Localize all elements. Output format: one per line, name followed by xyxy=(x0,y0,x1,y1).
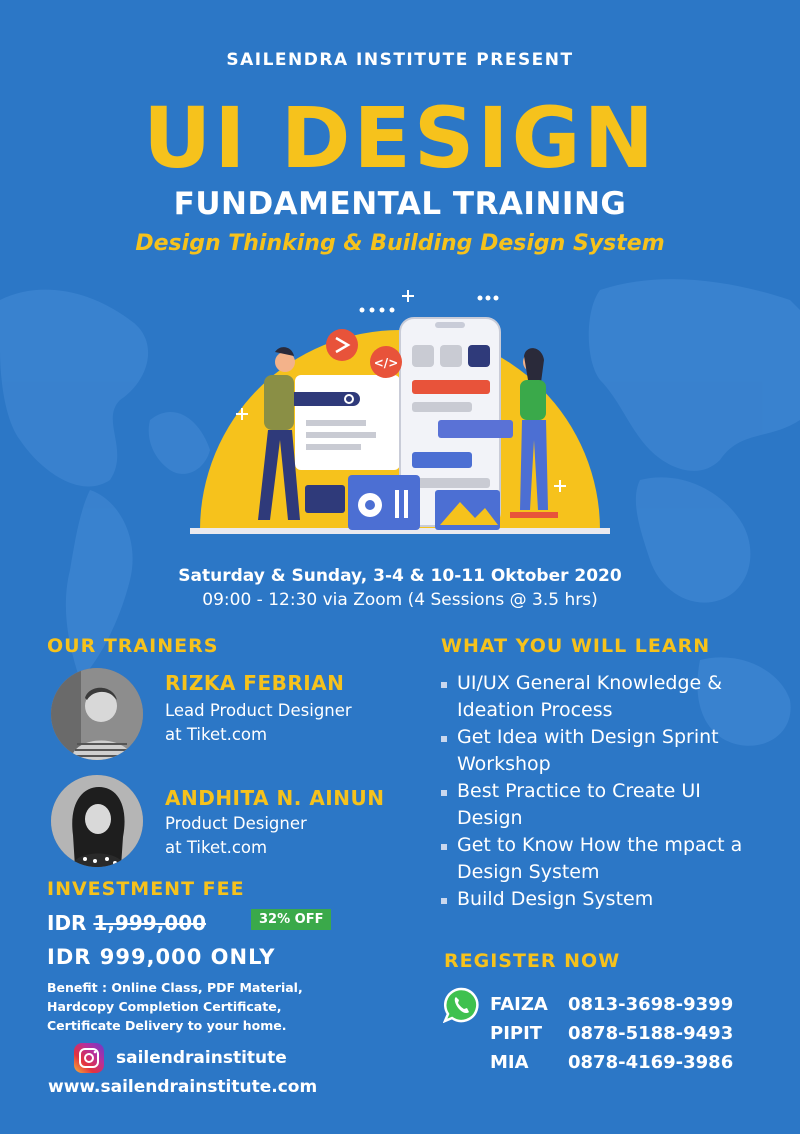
design-illustration: </> xyxy=(190,290,610,534)
trainer-photo-2 xyxy=(51,775,143,867)
whatsapp-icon[interactable] xyxy=(442,987,479,1024)
fee-heading: INVESTMENT FEE xyxy=(47,878,245,900)
page-subtitle: FUNDAMENTAL TRAINING xyxy=(173,186,627,222)
contact-row[interactable]: PIPIT 0878-5188-9493 xyxy=(490,1019,733,1048)
instagram-handle[interactable]: sailendrainstitute xyxy=(116,1048,287,1068)
contact-row[interactable]: MIA 0878-4169-3986 xyxy=(490,1048,733,1077)
avatar xyxy=(51,668,143,760)
trainer-role-2: Product Designer xyxy=(165,814,307,833)
tagline: Design Thinking & Building Design System xyxy=(135,231,665,256)
contact-list: FAIZA 0813-3698-9399 PIPIT 0878-5188-9493 … xyxy=(490,990,733,1077)
discount-badge: 32% OFF xyxy=(251,909,332,930)
list-item: Get Idea with Design Sprint Workshop xyxy=(441,724,781,778)
trainer-role-1: Lead Product Designer xyxy=(165,701,352,720)
website-link[interactable]: www.sailendrainstitute.com xyxy=(48,1077,317,1097)
trainer-photo-1 xyxy=(51,668,143,760)
trainer-company-1: at Tiket.com xyxy=(165,725,268,744)
new-price: IDR 999,000 ONLY xyxy=(47,945,276,969)
list-item: Build Design System xyxy=(441,886,781,913)
list-item: UI/UX General Knowledge & Ideation Proce… xyxy=(441,670,781,724)
learn-list: UI/UX General Knowledge & Ideation Proce… xyxy=(441,670,781,913)
instagram-icon[interactable] xyxy=(74,1043,104,1073)
list-item: Get to Know How the mpact a Design Syste… xyxy=(441,832,781,886)
contact-row[interactable]: FAIZA 0813-3698-9399 xyxy=(490,990,733,1019)
old-price: IDR 1,999,000 xyxy=(47,911,206,935)
benefit-text: Benefit : Online Class, PDF Material, Ha… xyxy=(47,980,303,1033)
avatar xyxy=(51,775,143,867)
old-price-value: 1,999,000 xyxy=(93,911,207,935)
register-heading: REGISTER NOW xyxy=(444,950,621,972)
schedule-dates: Saturday & Sunday, 3-4 & 10-11 Oktober 2… xyxy=(178,566,622,586)
schedule-time: 09:00 - 12:30 via Zoom (4 Sessions @ 3.5… xyxy=(202,590,598,610)
share-icon xyxy=(326,329,358,361)
svg-text:</>: </> xyxy=(374,356,399,370)
list-item: Best Practice to Create UI Design xyxy=(441,778,747,832)
trainer-company-2: at Tiket.com xyxy=(165,838,268,857)
currency-label: IDR xyxy=(47,911,87,935)
trainer-name-2: ANDHITA N. AINUN xyxy=(165,786,385,810)
presenter-text: SAILENDRA INSTITUTE PRESENT xyxy=(226,50,574,70)
gear-icon xyxy=(358,493,382,517)
trainer-name-1: RIZKA FEBRIAN xyxy=(165,671,345,695)
code-icon: </> xyxy=(370,346,402,378)
learn-heading: WHAT YOU WILL LEARN xyxy=(441,635,711,657)
page-title: UI DESIGN xyxy=(143,89,657,187)
trainers-heading: OUR TRAINERS xyxy=(47,635,219,657)
poster: SAILENDRA INSTITUTE PRESENT UI DESIGN FU… xyxy=(0,0,800,1134)
